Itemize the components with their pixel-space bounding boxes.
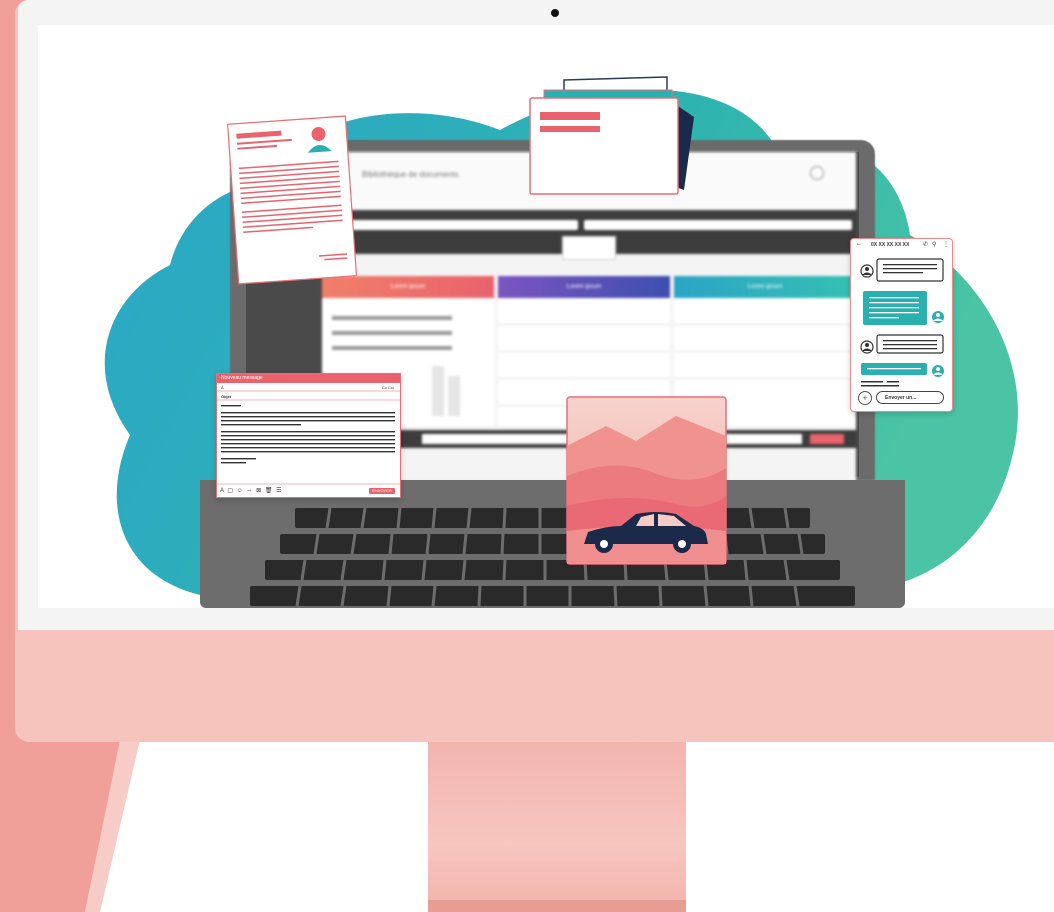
imac-stand: [428, 742, 686, 912]
column-header: Lorem ipsum: [498, 276, 670, 298]
chat-message-input[interactable]: Envoyer un...: [876, 391, 944, 404]
kanban-card[interactable]: [674, 325, 856, 352]
text-line: [332, 346, 452, 350]
chat-messages: [860, 258, 944, 387]
search-input[interactable]: [326, 220, 578, 230]
folder-icon: [529, 76, 694, 195]
kanban-card[interactable]: [498, 352, 670, 379]
chat-window: ← 0X XX XX XX XX ✆ ⚲ ⋮ + Envoyer un...: [850, 238, 953, 412]
dropdown-menu[interactable]: [562, 236, 616, 260]
email-send-button[interactable]: ENVOYER: [369, 488, 395, 494]
back-arrow-icon[interactable]: ←: [856, 241, 862, 247]
chart-bar: [432, 366, 444, 416]
filter-input[interactable]: [584, 220, 852, 230]
app-title: Bibliothèque de documents: [362, 170, 459, 179]
more-icon[interactable]: ⋮: [943, 241, 949, 248]
send-button[interactable]: [810, 434, 844, 444]
text-line: [332, 316, 452, 320]
email-compose-window: Nouveau message À Cc Cci Objet A ▢ ☺ ⇔ ⊠…: [216, 373, 401, 498]
kanban-card[interactable]: [498, 325, 670, 352]
chart-bar: [448, 376, 460, 416]
chat-phone-number: 0X XX XX XX XX: [871, 242, 910, 248]
kanban-card[interactable]: [674, 298, 856, 325]
camera-dot: [551, 9, 559, 17]
column-header: Lorem ipsum: [674, 276, 856, 298]
laptop-keyboard: [200, 480, 905, 608]
email-toolbar-icons[interactable]: A ▢ ☺ ⇔ ⊠ 🗑 ☰: [220, 487, 283, 494]
keyboard-keys: [250, 507, 855, 607]
kanban-card[interactable]: [498, 298, 670, 325]
search-icon[interactable]: ⚲: [932, 241, 936, 248]
app-toolbar: [322, 210, 856, 260]
plus-icon[interactable]: +: [858, 391, 872, 405]
email-body-lines: [217, 390, 400, 485]
cv-document-card: [226, 115, 358, 285]
imac-stand-base: [428, 900, 686, 912]
phone-icon[interactable]: ✆: [923, 241, 928, 248]
kanban-card[interactable]: [674, 352, 856, 379]
avatar-icon[interactable]: [810, 166, 824, 180]
text-line: [332, 331, 452, 335]
car-photo-card: [566, 396, 727, 565]
